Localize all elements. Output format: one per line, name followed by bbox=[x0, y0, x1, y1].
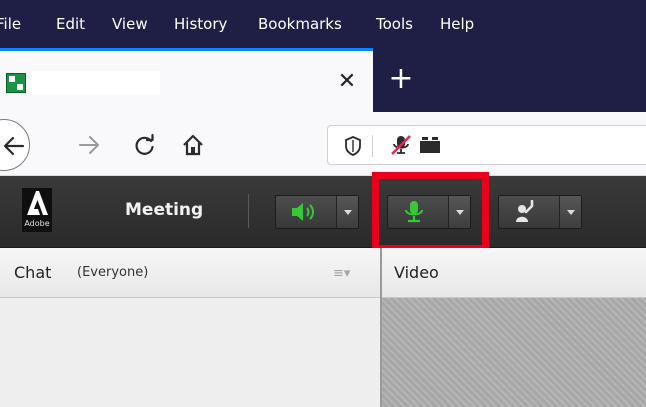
adobe-logo: Adobe bbox=[22, 188, 52, 232]
camera-icon[interactable] bbox=[419, 135, 441, 155]
microphone-blocked-icon[interactable] bbox=[390, 134, 412, 156]
navigation-bar bbox=[0, 112, 646, 176]
adobe-a-icon bbox=[27, 191, 48, 215]
chat-pod-menu-icon[interactable]: ≡▾ bbox=[333, 266, 350, 281]
menu-bookmarks[interactable]: Bookmarks bbox=[258, 15, 342, 33]
url-bar[interactable] bbox=[327, 125, 646, 165]
chat-audience: (Everyone) bbox=[77, 265, 149, 280]
speaker-button[interactable] bbox=[276, 196, 328, 228]
urlbar-separator bbox=[372, 135, 373, 157]
speaker-control bbox=[275, 195, 359, 229]
menu-view[interactable]: View bbox=[112, 15, 148, 33]
chat-pod: Chat (Everyone) ≡▾ bbox=[0, 248, 380, 407]
menu-edit[interactable]: Edit bbox=[56, 15, 85, 33]
meeting-toolbar: Adobe Meeting bbox=[0, 176, 646, 248]
browser-tab[interactable]: ✕ bbox=[0, 48, 373, 112]
speaker-icon bbox=[292, 203, 314, 221]
speaker-options-button[interactable] bbox=[336, 196, 358, 228]
raise-hand-options-button[interactable] bbox=[559, 196, 581, 228]
video-pod-header: Video bbox=[382, 248, 646, 298]
new-tab-button[interactable]: + bbox=[384, 62, 418, 96]
reload-icon[interactable] bbox=[134, 134, 156, 156]
adobe-connect-favicon-icon bbox=[6, 73, 26, 93]
menu-help[interactable]: Help bbox=[440, 15, 474, 33]
raise-hand-button[interactable] bbox=[499, 196, 551, 228]
menu-bar: File Edit View History Bookmarks Tools H… bbox=[0, 0, 646, 48]
chat-messages-area bbox=[0, 298, 380, 407]
menu-tools[interactable]: Tools bbox=[376, 15, 413, 33]
tab-strip: ✕ + bbox=[0, 48, 646, 112]
raise-hand-control bbox=[498, 195, 582, 229]
toolbar-divider bbox=[248, 194, 249, 228]
chat-pod-header: Chat (Everyone) ≡▾ bbox=[0, 248, 380, 298]
video-title: Video bbox=[394, 263, 439, 282]
home-icon[interactable] bbox=[181, 133, 205, 157]
adobe-logo-text: Adobe bbox=[24, 219, 50, 228]
back-arrow-icon bbox=[3, 136, 25, 156]
video-pod: Video bbox=[380, 248, 646, 407]
chat-title: Chat bbox=[14, 263, 52, 282]
menu-file[interactable]: File bbox=[0, 15, 21, 33]
forward-arrow-icon[interactable] bbox=[78, 134, 100, 156]
meeting-menu[interactable]: Meeting bbox=[125, 200, 203, 220]
menu-history[interactable]: History bbox=[174, 15, 227, 33]
back-button[interactable] bbox=[0, 119, 30, 171]
video-area bbox=[382, 298, 646, 407]
raise-hand-icon bbox=[516, 200, 534, 222]
close-tab-icon[interactable]: ✕ bbox=[332, 67, 362, 97]
shield-icon[interactable] bbox=[344, 136, 362, 156]
tab-title bbox=[30, 71, 160, 95]
microphone-highlight-box bbox=[372, 172, 489, 252]
